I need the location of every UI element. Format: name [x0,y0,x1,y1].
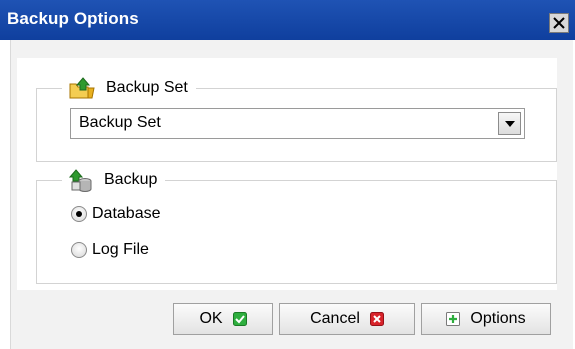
ok-button[interactable]: OK [173,303,273,335]
dropdown-button[interactable] [498,112,521,135]
backup-legend: Backup [62,168,166,192]
backup-legend-label: Backup [104,171,158,188]
database-backup-icon [68,169,92,192]
cancel-icon [369,312,384,326]
backup-group [36,180,557,284]
backup-options-dialog: Backup Options Backup Set Backup Set Bac… [0,0,575,349]
title-bar: Backup Options [0,0,575,40]
radio-button[interactable] [71,242,87,258]
close-button[interactable] [549,13,569,33]
plus-icon [446,312,461,326]
check-icon [232,312,247,326]
cancel-button-label: Cancel [310,310,360,327]
folder-up-icon [69,77,95,99]
close-icon [553,17,565,29]
backup-set-legend-label: Backup Set [106,79,188,96]
ok-button-label: OK [199,310,223,327]
backup-set-select-value: Backup Set [79,114,161,131]
cancel-button[interactable]: Cancel [279,303,415,335]
options-button-label: Options [470,310,526,327]
chevron-down-icon [504,120,515,127]
radio-label: Log File [92,241,149,258]
window-title: Backup Options [7,9,139,28]
radio-label: Database [92,205,161,222]
radio-button[interactable] [71,206,87,222]
backup-set-select[interactable]: Backup Set [70,108,525,139]
options-button[interactable]: Options [421,303,551,335]
radio-database[interactable]: Database [71,202,161,226]
radio-log-file[interactable]: Log File [71,238,149,262]
backup-set-legend: Backup Set [62,76,196,100]
